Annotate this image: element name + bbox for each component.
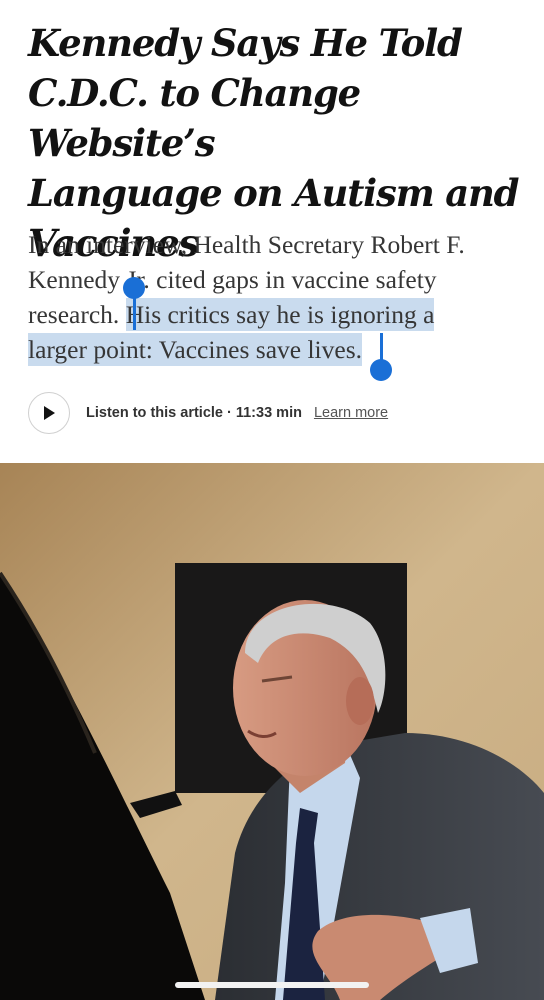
audio-player-row: Listen to this article · 11:33 min Learn… <box>28 390 528 436</box>
headline-line: Kennedy Says He Told <box>28 21 463 65</box>
learn-more-link[interactable]: Learn more <box>314 405 388 421</box>
selection-start-caret <box>133 290 136 330</box>
selected-text[interactable]: His critics say he is ignoring a <box>125 298 435 331</box>
selection-end-handle[interactable] <box>370 359 392 381</box>
selected-text[interactable]: larger point: Vaccines save lives. <box>28 333 363 366</box>
article-summary[interactable]: In an interview, Health Secretary Robert… <box>28 227 533 367</box>
summary-line: Kennedy Jr. cited gaps in vaccine safety <box>28 265 437 294</box>
home-indicator[interactable] <box>175 982 369 988</box>
headline-line: C.D.C. to Change Website’s <box>28 71 361 165</box>
listen-label: Listen to this article · 11:33 min <box>86 405 302 421</box>
summary-line: research. <box>28 300 120 329</box>
play-icon <box>44 406 55 420</box>
headline-line: Language on Autism and <box>28 171 520 215</box>
play-button[interactable] <box>28 392 70 434</box>
photo-image <box>0 463 544 1000</box>
summary-line: In an interview, Health Secretary Robert… <box>28 230 465 259</box>
article-photo[interactable] <box>0 463 544 1000</box>
